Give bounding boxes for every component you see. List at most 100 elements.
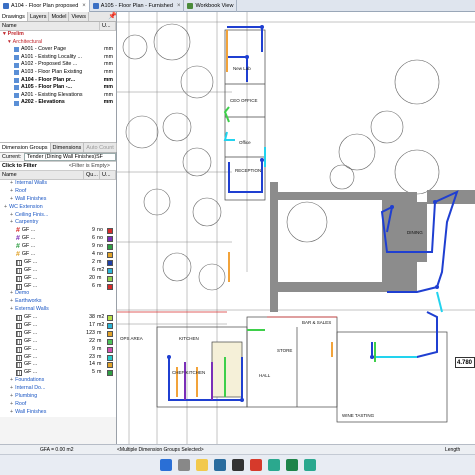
color-swatch[interactable] bbox=[107, 338, 113, 345]
drawing-canvas[interactable]: New Lab CEO OFFICE Office RECEPTION DINI… bbox=[117, 12, 475, 444]
color-swatch[interactable] bbox=[107, 283, 113, 290]
units-column-header[interactable]: U... bbox=[100, 22, 116, 30]
name-column-header[interactable]: Name bbox=[0, 171, 84, 179]
dim-group-folder[interactable]: + WC Extension bbox=[0, 204, 116, 212]
collapse-icon[interactable]: ▾ bbox=[8, 39, 11, 47]
sheet-item[interactable]: A102 - Proposed Site ... mm bbox=[0, 61, 116, 69]
sheet-item[interactable]: A001 - Cover Page mm bbox=[0, 46, 116, 54]
tab-a105[interactable]: A105 - Floor Plan - Furnished × bbox=[90, 0, 185, 12]
tree-item-project[interactable]: ▾ Prelim bbox=[0, 31, 116, 39]
dim-group-item[interactable]: GF ... 6 m bbox=[0, 283, 116, 291]
dim-group-folder[interactable]: + Carpentry bbox=[0, 219, 116, 227]
dim-group-item[interactable]: # GF ... 9 no bbox=[0, 243, 116, 251]
expand-icon[interactable]: + bbox=[10, 298, 13, 306]
color-swatch[interactable] bbox=[107, 251, 113, 258]
dim-group-folder[interactable]: + Internal Walls bbox=[0, 180, 116, 188]
close-icon[interactable]: × bbox=[82, 3, 86, 9]
quantity-column-header[interactable]: Qu... bbox=[84, 171, 100, 179]
expand-icon[interactable]: + bbox=[10, 306, 13, 314]
color-swatch[interactable] bbox=[107, 267, 113, 274]
dim-group-item[interactable]: GF ... 2 m bbox=[0, 259, 116, 267]
tab-model[interactable]: Model bbox=[49, 12, 70, 21]
dim-group-item[interactable]: GF ... 14 m bbox=[0, 361, 116, 369]
dim-group-folder[interactable]: + External Walls bbox=[0, 306, 116, 314]
expand-icon[interactable]: + bbox=[10, 196, 13, 204]
dim-group-item[interactable]: GF ... 22 m bbox=[0, 338, 116, 346]
expand-icon[interactable]: + bbox=[10, 409, 13, 417]
app-icon[interactable] bbox=[285, 459, 298, 471]
dim-group-folder[interactable]: + Plumbing bbox=[0, 393, 116, 401]
dim-group-item[interactable]: GF ... 5 m bbox=[0, 369, 116, 377]
expand-icon[interactable]: + bbox=[10, 377, 13, 385]
dim-group-item[interactable]: GF ... 9 m bbox=[0, 346, 116, 354]
expand-icon[interactable]: + bbox=[10, 401, 13, 409]
tab-a104[interactable]: A104 - Floor Plan proposed × bbox=[0, 0, 90, 12]
expand-icon[interactable]: + bbox=[10, 180, 13, 188]
dim-group-item[interactable]: GF ... 20 m bbox=[0, 275, 116, 283]
tab-views[interactable]: Views bbox=[69, 12, 90, 21]
color-swatch[interactable] bbox=[107, 330, 113, 337]
tab-layers[interactable]: Layers bbox=[28, 12, 50, 21]
floor-plan[interactable]: New Lab CEO OFFICE Office RECEPTION DINI… bbox=[117, 12, 475, 444]
color-swatch[interactable] bbox=[107, 362, 113, 369]
app-icon[interactable] bbox=[267, 459, 280, 471]
tab-dimensions[interactable]: Dimensions bbox=[51, 143, 85, 152]
color-swatch[interactable] bbox=[107, 259, 113, 266]
close-icon[interactable]: × bbox=[177, 3, 181, 9]
color-swatch[interactable] bbox=[107, 370, 113, 377]
expand-icon[interactable]: + bbox=[10, 290, 13, 298]
tree-item-group[interactable]: ▾ Architectural bbox=[0, 39, 116, 47]
dim-group-folder[interactable]: + Demo bbox=[0, 290, 116, 298]
unit-column-header[interactable]: U... bbox=[100, 171, 116, 179]
expand-icon[interactable]: + bbox=[10, 212, 13, 220]
sheet-item[interactable]: A105 - Floor Plan -... mm bbox=[0, 84, 116, 92]
sheet-item[interactable]: A201 - Existing Elevations mm bbox=[0, 92, 116, 100]
dim-group-folder[interactable]: + Internal Do... bbox=[0, 385, 116, 393]
color-swatch[interactable] bbox=[107, 354, 113, 361]
sheet-item[interactable]: A104 - Floor Plan pr... mm bbox=[0, 77, 116, 85]
dim-group-folder[interactable]: + Foundations bbox=[0, 377, 116, 385]
dim-group-item[interactable]: # GF ... 9 no bbox=[0, 227, 116, 235]
expand-icon[interactable]: + bbox=[10, 393, 13, 401]
dim-group-folder[interactable]: + Roof bbox=[0, 401, 116, 409]
expand-icon[interactable]: + bbox=[10, 188, 13, 196]
color-swatch[interactable] bbox=[107, 322, 113, 329]
dim-group-item[interactable]: GF ... 6 m2 bbox=[0, 267, 116, 275]
expand-icon[interactable]: + bbox=[4, 204, 7, 212]
current-group-select[interactable]: Tender (Dining Wall Finishes)SF bbox=[24, 153, 116, 161]
dim-group-item[interactable]: # GF ... 6 no bbox=[0, 235, 116, 243]
start-icon[interactable] bbox=[159, 459, 172, 471]
dim-group-item[interactable]: GF ... 38 m2 bbox=[0, 314, 116, 322]
name-column-header[interactable]: Name bbox=[0, 22, 100, 30]
color-swatch[interactable] bbox=[107, 228, 113, 235]
expand-icon[interactable]: + bbox=[10, 219, 13, 227]
tab-dimension-groups[interactable]: Dimension Groups bbox=[0, 143, 51, 152]
dim-group-folder[interactable]: + Wall Finishes bbox=[0, 409, 116, 417]
folder-icon[interactable] bbox=[195, 459, 208, 471]
dim-group-folder[interactable]: + Wall Finishes bbox=[0, 196, 116, 204]
color-swatch[interactable] bbox=[107, 346, 113, 353]
dim-group-item[interactable]: # GF ... 4 no bbox=[0, 251, 116, 259]
tab-auto-count[interactable]: Auto Count bbox=[84, 143, 117, 152]
dim-group-folder[interactable]: + Roof bbox=[0, 188, 116, 196]
color-swatch[interactable] bbox=[107, 244, 113, 251]
color-swatch[interactable] bbox=[107, 315, 113, 322]
sheet-item[interactable]: A103 - Floor Plan Existing mm bbox=[0, 69, 116, 77]
sheet-item[interactable]: A101 - Existing Locality ... mm bbox=[0, 54, 116, 62]
expand-icon[interactable]: + bbox=[10, 385, 13, 393]
dim-group-item[interactable]: GF ... 17 m2 bbox=[0, 322, 116, 330]
tab-drawings[interactable]: Drawings bbox=[0, 12, 28, 21]
collapse-icon[interactable]: ▾ bbox=[3, 31, 6, 39]
terminal-icon[interactable] bbox=[231, 459, 244, 471]
sheet-item[interactable]: A202 - Elevations mm bbox=[0, 99, 116, 107]
app-icon[interactable] bbox=[303, 459, 316, 471]
pin-icon[interactable]: 📌 bbox=[108, 12, 117, 22]
browser-icon[interactable] bbox=[249, 459, 262, 471]
color-swatch[interactable] bbox=[107, 275, 113, 282]
filter-row[interactable]: Click to Filter <Filter is Empty> bbox=[0, 162, 116, 171]
dim-group-folder[interactable]: + Ceiling Finis... bbox=[0, 212, 116, 220]
dim-group-item[interactable]: GF ... 123 m bbox=[0, 330, 116, 338]
app-icon[interactable] bbox=[213, 459, 226, 471]
tab-workbook-view[interactable]: Workbook View bbox=[184, 0, 238, 12]
dim-group-item[interactable]: GF ... 23 m bbox=[0, 354, 116, 362]
